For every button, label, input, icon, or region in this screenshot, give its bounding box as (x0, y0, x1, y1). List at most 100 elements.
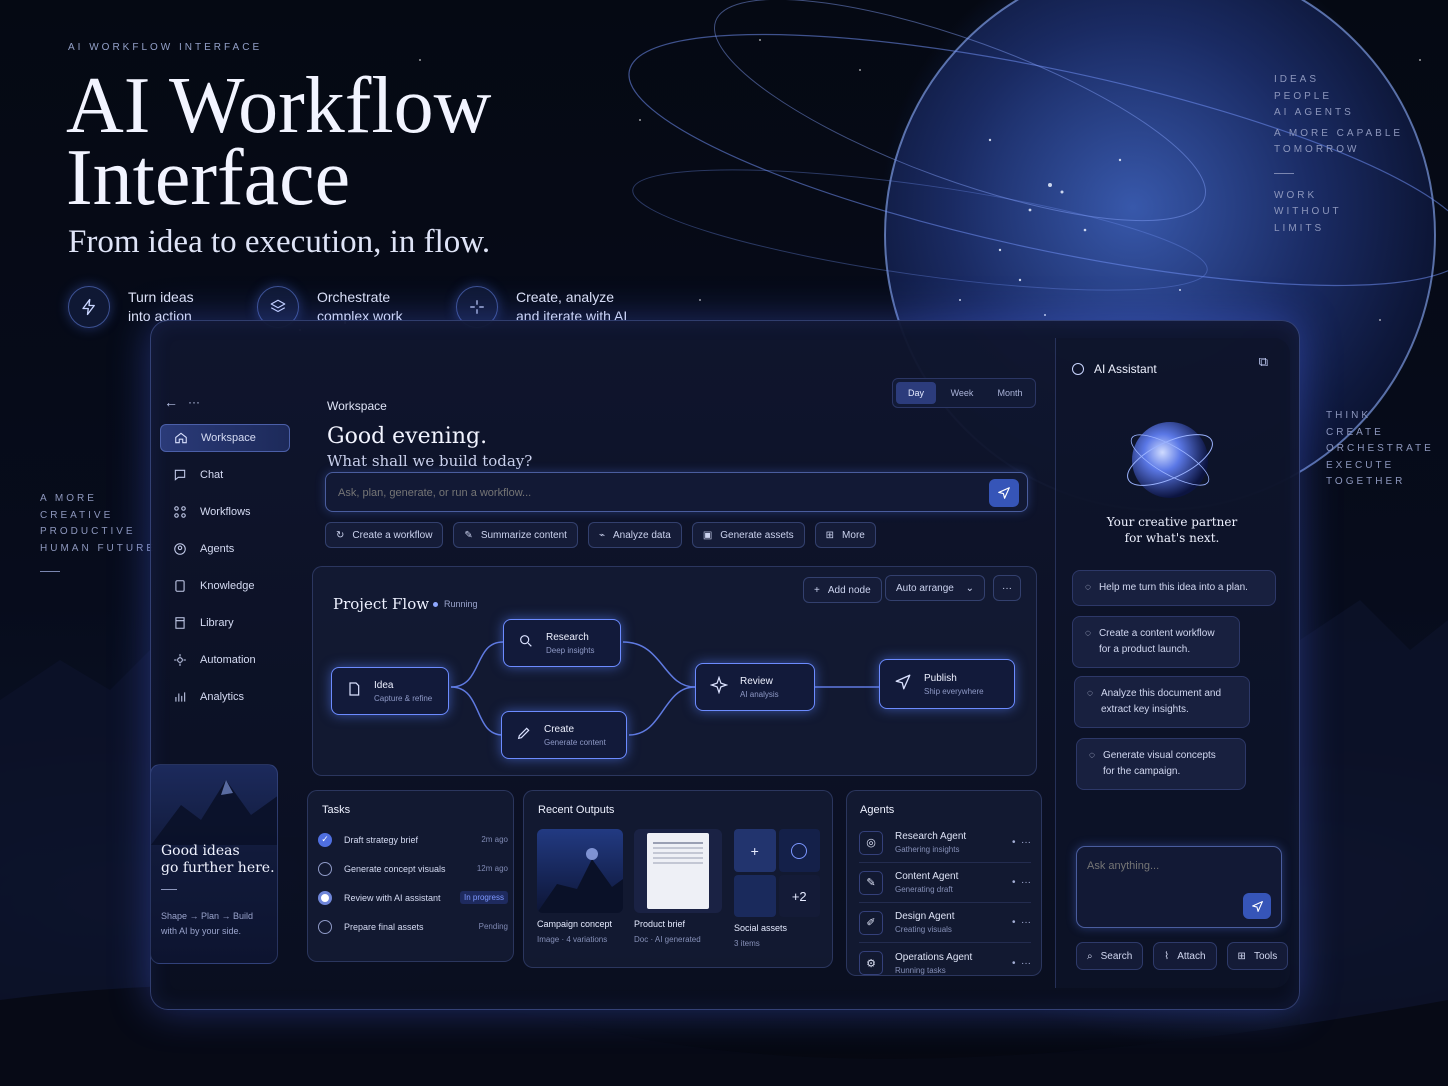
agents-panel: Agents ◎ Research Agent Gathering insights… (846, 790, 1042, 976)
brief-thumbnail[interactable] (634, 829, 722, 913)
flow-node-review[interactable]: Review AI analysis (695, 663, 815, 711)
create-workflow-button[interactable]: ↻ Create a workflow (325, 522, 444, 548)
workflow-icon (172, 504, 188, 520)
suggestion-card[interactable]: ◌ Help me turn this idea into a plan. (1072, 570, 1276, 606)
greeting-question: What shall we build today? (327, 452, 533, 470)
attach-button[interactable]: ⌇ Attach (1153, 942, 1217, 970)
campaign-thumbnail[interactable] (537, 829, 623, 913)
sidebar-item-agents[interactable]: Agents (160, 535, 290, 563)
tools-button[interactable]: ⊞ Tools (1226, 942, 1289, 970)
output-sub: Image · 4 variations (537, 935, 608, 944)
new-chat-icon[interactable]: ⧉ (1259, 354, 1268, 370)
arrow-left-icon[interactable]: ← (164, 394, 178, 410)
task-row[interactable]: Prepare final assets Pending (318, 912, 508, 941)
output-sub: 3 items (734, 939, 760, 948)
promo-card: Good ideas go further here. Shape → Plan … (150, 764, 278, 964)
task-row[interactable]: ✓ Draft strategy brief 2m ago (318, 825, 508, 854)
hero-title-line2: Interface (66, 134, 351, 222)
agent-menu-icon: • ··· (1011, 957, 1031, 969)
pencil-icon (516, 725, 532, 746)
sidebar-item-library[interactable]: Library (160, 609, 290, 637)
hero-title-line1: AI Workflow (66, 62, 492, 150)
agent-row[interactable]: ✐ Design Agent Creating visuals • ··· (859, 903, 1031, 943)
in-progress-badge: In progress (459, 891, 508, 904)
section-title: Workspace (327, 399, 387, 413)
grid-icon: ⊞ (825, 529, 835, 541)
flow-node-create[interactable]: Create Generate content (501, 711, 627, 759)
more-icon[interactable]: ··· (188, 395, 200, 409)
edit-icon: ✎ (859, 870, 883, 895)
check-circle-icon: ✓ (318, 832, 332, 847)
task-row[interactable]: Review with AI assistant In progress (318, 883, 508, 912)
send-button[interactable] (989, 479, 1019, 507)
operations-icon: ⚙ (859, 951, 883, 975)
edit-icon: ✎ (464, 529, 473, 541)
chat-icon (172, 467, 188, 483)
agent-row[interactable]: ⚙ Operations Agent Running tasks • ··· (859, 943, 1031, 983)
assistant-tagline: Your creative partner for what's next. (1106, 515, 1238, 545)
sidebar: ← ··· Workspace Chat Workflows Agents Kn… (150, 380, 300, 970)
send-icon (998, 487, 1010, 499)
right-top-list: IDEAS PEOPLE AI AGENTS A MORE CAPABLE TOMOR… (1274, 74, 1404, 234)
agent-menu-icon: • ··· (1011, 837, 1031, 848)
more-count: +2 (778, 875, 820, 917)
sidebar-item-knowledge[interactable]: Knowledge (160, 572, 290, 600)
sparkle-icon: ◌ (1085, 582, 1091, 593)
flow-node-publish[interactable]: Publish Ship everywhere (879, 659, 1015, 709)
assistant-orb (1127, 422, 1213, 498)
sidebar-item-automation[interactable]: Automation (160, 646, 290, 674)
mountain-image (151, 780, 277, 845)
search-button[interactable]: ⌕ Search (1076, 942, 1144, 970)
suggestion-card[interactable]: ◌ Create a content workflow for a product … (1072, 616, 1240, 668)
assistant-icon (1072, 363, 1084, 375)
design-icon: ✐ (859, 910, 883, 935)
summarize-button[interactable]: ✎ Summarize content (453, 522, 578, 548)
flow-node-research[interactable]: Research Deep insights (503, 619, 621, 667)
prompt-input[interactable] (338, 483, 958, 503)
range-tabs: Day Week Month (892, 378, 1036, 408)
document-preview (647, 833, 709, 909)
circle-icon (318, 861, 332, 876)
sidebar-item-workflows[interactable]: Workflows (160, 498, 290, 526)
agent-menu-icon: • ··· (1011, 877, 1031, 888)
sidebar-item-chat[interactable]: Chat (160, 461, 290, 489)
assistant-send-button[interactable] (1243, 893, 1271, 919)
suggestion-card[interactable]: ◌ Generate visual concepts for the campaig… (1076, 738, 1246, 790)
tab-month[interactable]: Month (988, 382, 1032, 404)
hero-title: AI Workflow Interface (66, 62, 586, 222)
social-thumbnails[interactable]: + +2 (734, 829, 820, 917)
refresh-icon: ↻ (336, 529, 345, 541)
agent-icon (172, 541, 188, 557)
tab-day[interactable]: Day (896, 382, 936, 404)
sidebar-item-analytics[interactable]: Analytics (160, 683, 290, 711)
more-button[interactable]: ⊞ More (814, 522, 876, 548)
agent-row[interactable]: ◎ Research Agent Gathering insights • ··· (859, 823, 1031, 863)
tasks-title: Tasks (322, 804, 351, 816)
suggestion-card[interactable]: ◌ Analyze this document and extract key in… (1074, 676, 1250, 728)
sidebar-item-workspace[interactable]: Workspace (160, 424, 290, 452)
output-sub: Doc · AI generated (634, 935, 701, 944)
hero-subtitle: From idea to execution, in flow. (68, 224, 491, 260)
assistant-toolbar: ⌕ Search ⌇ Attach ⊞ Tools (1076, 942, 1289, 970)
promo-title: Good ideas go further here. (161, 843, 275, 876)
paperclip-icon: ⌇ (1164, 950, 1170, 962)
analyze-data-button[interactable]: ⌁ Analyze data (587, 522, 682, 548)
generate-assets-button[interactable]: ▣ Generate assets (691, 522, 805, 548)
book-icon (172, 578, 188, 594)
output-title: Product brief (634, 919, 686, 929)
tab-week[interactable]: Week (940, 382, 984, 404)
flow-node-idea[interactable]: Idea Capture & refine (331, 667, 449, 715)
home-icon (173, 430, 189, 446)
quick-actions: ↻ Create a workflow ✎ Summarize content ⌁ A… (325, 522, 876, 548)
outputs-panel: Recent Outputs Campaign concept Image · … (523, 790, 833, 968)
sparkle-icon: ◌ (1087, 688, 1093, 699)
automation-icon (172, 652, 188, 668)
assistant-input[interactable] (1087, 857, 1267, 875)
output-title: Social assets (734, 923, 788, 933)
sparkle-icon: ◌ (1089, 750, 1095, 761)
send-icon (1251, 900, 1263, 912)
agents-title: Agents (860, 804, 895, 816)
task-row[interactable]: Generate concept visuals 12m ago (318, 854, 508, 883)
tools-icon: ⊞ (1237, 950, 1246, 962)
agent-row[interactable]: ✎ Content Agent Generating draft • ··· (859, 863, 1031, 903)
